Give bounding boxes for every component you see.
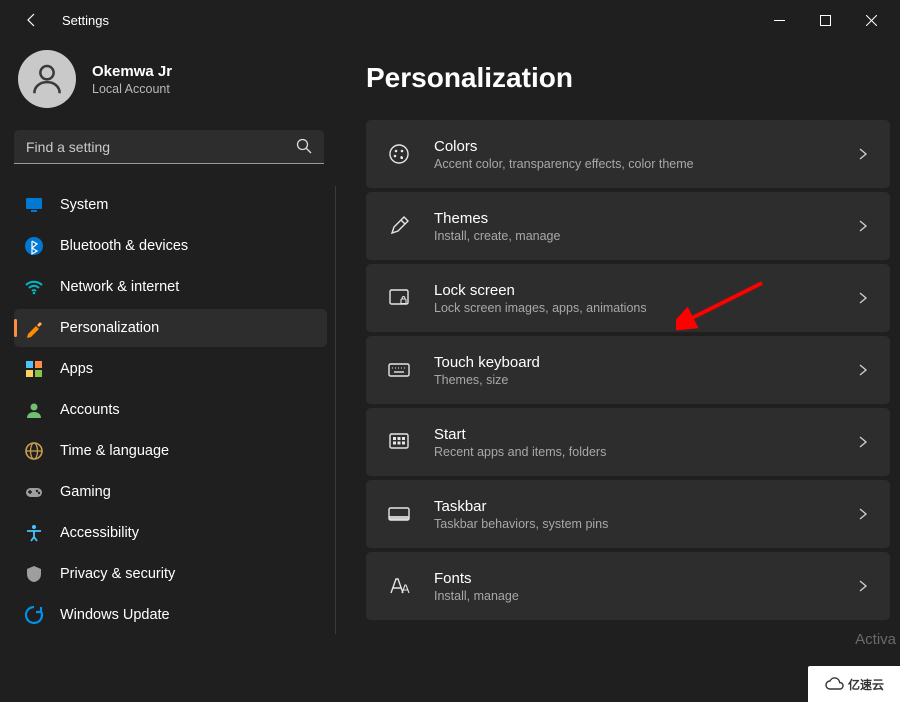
tile-subtitle: Lock screen images, apps, animations — [434, 301, 856, 315]
sidebar-item-label: Apps — [60, 361, 93, 377]
tile-subtitle: Taskbar behaviors, system pins — [434, 517, 856, 531]
sidebar-item-accessibility[interactable]: Accessibility — [14, 514, 327, 552]
page-title: Personalization — [366, 62, 890, 94]
chevron-right-icon — [856, 147, 870, 161]
update-icon — [24, 605, 44, 625]
tile-lock-screen[interactable]: Lock screen Lock screen images, apps, an… — [366, 264, 890, 332]
sidebar-item-system[interactable]: System — [14, 186, 327, 224]
pen-icon — [386, 214, 412, 238]
chevron-right-icon — [856, 507, 870, 521]
profile-block[interactable]: Okemwa Jr Local Account — [18, 50, 340, 108]
palette-icon — [386, 142, 412, 166]
taskbar-icon — [386, 502, 412, 526]
chevron-right-icon — [856, 435, 870, 449]
wifi-icon — [24, 277, 44, 297]
sidebar-nav: System Bluetooth & devices Network & int… — [14, 186, 336, 634]
tile-title: Touch keyboard — [434, 354, 856, 371]
sidebar-item-network-internet[interactable]: Network & internet — [14, 268, 327, 306]
apps-icon — [24, 359, 44, 379]
tile-fonts[interactable]: Fonts Install, manage — [366, 552, 890, 620]
cloud-icon — [824, 677, 844, 691]
tile-subtitle: Recent apps and items, folders — [434, 445, 856, 459]
tile-start[interactable]: Start Recent apps and items, folders — [366, 408, 890, 476]
settings-tile-list: Colors Accent color, transparency effect… — [366, 120, 890, 620]
sidebar-item-label: Windows Update — [60, 607, 170, 623]
keyboard-icon — [386, 358, 412, 382]
tile-title: Lock screen — [434, 282, 856, 299]
minimize-icon — [774, 15, 785, 26]
sidebar-item-label: Bluetooth & devices — [60, 238, 188, 254]
sidebar-item-label: Personalization — [60, 320, 159, 336]
tile-title: Themes — [434, 210, 856, 227]
sidebar-item-label: Accounts — [60, 402, 120, 418]
search-input[interactable] — [14, 130, 324, 164]
arrow-left-icon — [24, 12, 40, 28]
user-icon — [28, 60, 66, 98]
maximize-button[interactable] — [802, 4, 848, 36]
sidebar-item-accounts[interactable]: Accounts — [14, 391, 327, 429]
sidebar-item-label: Time & language — [60, 443, 169, 459]
tile-subtitle: Install, create, manage — [434, 229, 856, 243]
bluetooth-icon — [24, 236, 44, 256]
tile-title: Start — [434, 426, 856, 443]
chevron-right-icon — [856, 579, 870, 593]
tile-title: Colors — [434, 138, 856, 155]
chevron-right-icon — [856, 291, 870, 305]
sidebar-item-label: Gaming — [60, 484, 111, 500]
close-button[interactable] — [848, 4, 894, 36]
globe-icon — [24, 441, 44, 461]
tile-subtitle: Themes, size — [434, 373, 856, 387]
person-icon — [24, 400, 44, 420]
gamepad-icon — [24, 482, 44, 502]
tile-subtitle: Accent color, transparency effects, colo… — [434, 157, 856, 171]
accessibility-icon — [24, 523, 44, 543]
search-icon — [296, 138, 312, 154]
profile-name: Okemwa Jr — [92, 63, 172, 80]
fonts-icon — [386, 574, 412, 598]
brush-icon — [24, 318, 44, 338]
sidebar-item-privacy-security[interactable]: Privacy & security — [14, 555, 327, 593]
tile-title: Fonts — [434, 570, 856, 587]
tile-title: Taskbar — [434, 498, 856, 515]
sidebar: Okemwa Jr Local Account System Bluetooth… — [0, 40, 340, 702]
tile-themes[interactable]: Themes Install, create, manage — [366, 192, 890, 260]
activate-watermark: Activa — [855, 631, 896, 648]
back-button[interactable] — [16, 4, 48, 36]
shield-icon — [24, 564, 44, 584]
lock-screen-icon — [386, 286, 412, 310]
tile-subtitle: Install, manage — [434, 589, 856, 603]
sidebar-item-bluetooth-devices[interactable]: Bluetooth & devices — [14, 227, 327, 265]
chevron-right-icon — [856, 363, 870, 377]
monitor-icon — [24, 195, 44, 215]
search-box — [14, 130, 324, 164]
content-area: Personalization Colors Accent color, tra… — [340, 40, 900, 702]
maximize-icon — [820, 15, 831, 26]
close-icon — [866, 15, 877, 26]
profile-account-type: Local Account — [92, 82, 172, 96]
minimize-button[interactable] — [756, 4, 802, 36]
sidebar-item-gaming[interactable]: Gaming — [14, 473, 327, 511]
sidebar-item-time-language[interactable]: Time & language — [14, 432, 327, 470]
sidebar-item-label: Privacy & security — [60, 566, 175, 582]
sidebar-item-label: System — [60, 197, 108, 213]
tile-taskbar[interactable]: Taskbar Taskbar behaviors, system pins — [366, 480, 890, 548]
sidebar-item-personalization[interactable]: Personalization — [14, 309, 327, 347]
chevron-right-icon — [856, 219, 870, 233]
window-title: Settings — [62, 13, 109, 28]
titlebar: Settings — [0, 0, 900, 40]
brand-watermark: 亿速云 — [808, 666, 900, 702]
tile-touch-keyboard[interactable]: Touch keyboard Themes, size — [366, 336, 890, 404]
window-controls — [756, 4, 894, 36]
avatar — [18, 50, 76, 108]
sidebar-item-label: Network & internet — [60, 279, 179, 295]
start-icon — [386, 430, 412, 454]
sidebar-item-label: Accessibility — [60, 525, 139, 541]
sidebar-item-windows-update[interactable]: Windows Update — [14, 596, 327, 634]
tile-colors[interactable]: Colors Accent color, transparency effect… — [366, 120, 890, 188]
sidebar-item-apps[interactable]: Apps — [14, 350, 327, 388]
